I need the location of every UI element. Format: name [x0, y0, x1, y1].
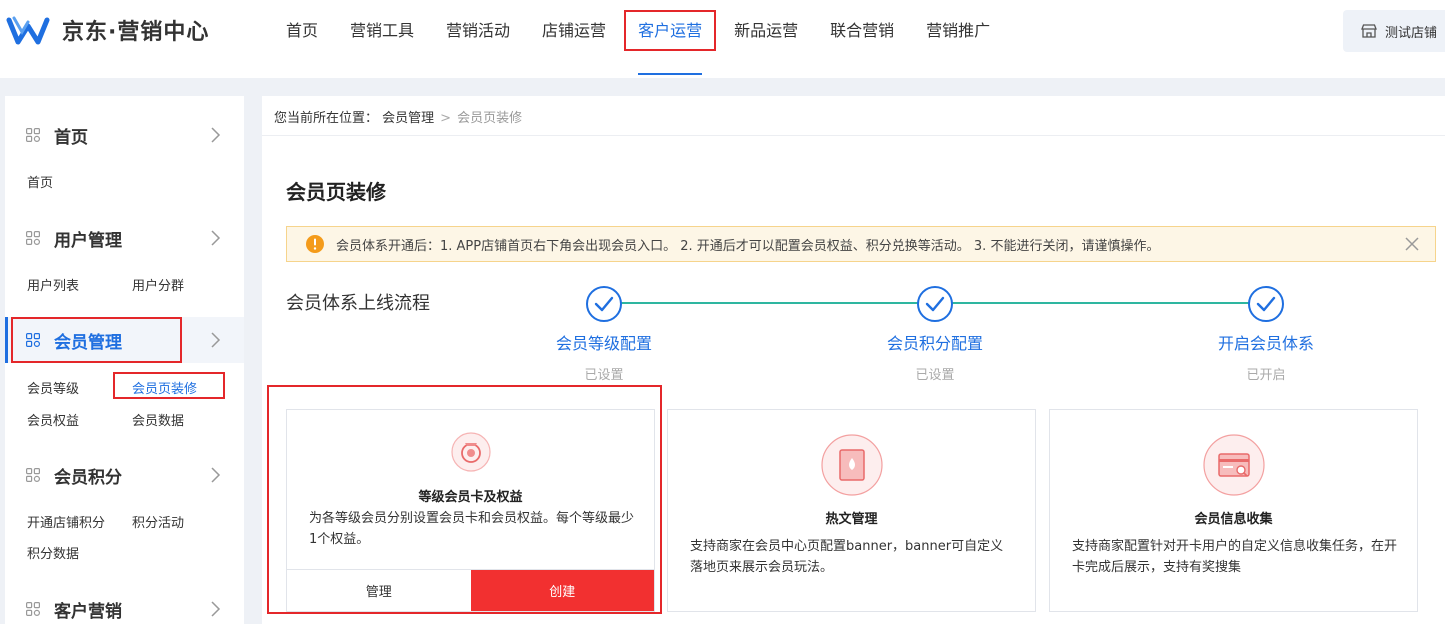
sidebar-link-points-data[interactable]: 积分数据 — [27, 543, 79, 562]
warning-icon — [306, 235, 324, 253]
nav-customer-operation[interactable]: 客户运营 — [622, 0, 718, 75]
store-switch-button[interactable]: 测试店铺 — [1343, 10, 1445, 52]
card-description: 支持商家在会员中心页配置banner，banner可自定义落地页来展示会员玩法。 — [690, 539, 1004, 575]
sidebar-link-user-list[interactable]: 用户列表 — [27, 275, 79, 294]
nav-home[interactable]: 首页 — [270, 0, 334, 62]
sidebar-link-member-level[interactable]: 会员等级 — [27, 378, 79, 397]
step-status: 已设置 — [584, 368, 624, 383]
sidebar-link-member-data[interactable]: 会员数据 — [132, 410, 184, 429]
divider — [262, 135, 1445, 136]
notice-text: 会员体系开通后：1. APP店铺首页右下角会出现会员入口。 2. 开通后才可以配… — [336, 238, 1160, 254]
sidebar-link-open-points[interactable]: 开通店铺积分 — [27, 512, 105, 531]
nav-marketing-tools[interactable]: 营销工具 — [334, 0, 430, 62]
flow-title: 会员体系上线流程 — [286, 293, 430, 314]
main-nav: 首页 营销工具 营销活动 店铺运营 客户运营 新品运营 联合营销 营销推广 — [270, 0, 1006, 78]
check-icon — [1256, 296, 1276, 312]
sidebar-section-points: 会员积分 开通店铺积分 积分活动 积分数据 — [5, 452, 244, 562]
sidebar-link-user-segment[interactable]: 用户分群 — [132, 275, 184, 294]
store-icon — [1361, 24, 1377, 38]
sidebar-section-users: 用户管理 用户列表 用户分群 — [5, 215, 244, 294]
grid-icon — [26, 231, 40, 245]
step-check-circle — [586, 286, 622, 322]
sidebar-head-label: 会员积分 — [54, 467, 122, 488]
nav-store-operation[interactable]: 店铺运营 — [526, 0, 622, 62]
manage-button[interactable]: 管理 — [287, 570, 471, 611]
nav-joint-marketing[interactable]: 联合营销 — [814, 0, 910, 62]
nav-highlight-box — [624, 10, 717, 51]
step-enable-system: 开启会员体系 已开启 — [1204, 286, 1328, 383]
store-name: 测试店铺 — [1385, 25, 1438, 41]
breadcrumb-current: 会员页装修 — [457, 111, 523, 126]
card-article-management: 热文管理 支持商家在会员中心页配置banner，banner可自定义落地页来展示… — [667, 409, 1036, 612]
step-check-circle — [917, 286, 953, 322]
sidebar-head-label: 客户营销 — [54, 601, 122, 622]
sidebar-head-members[interactable]: 会员管理 — [5, 317, 244, 363]
nav-new-product[interactable]: 新品运营 — [718, 0, 814, 62]
nav-promotion[interactable]: 营销推广 — [910, 0, 1006, 62]
step-status: 已设置 — [915, 368, 955, 383]
brand-logo[interactable]: 京东·营销中心 — [6, 12, 209, 48]
step-check-circle — [1248, 286, 1284, 322]
breadcrumb-prefix: 您当前所在位置： — [274, 111, 379, 126]
article-icon — [820, 434, 883, 496]
step-name[interactable]: 会员等级配置 — [542, 330, 666, 354]
grid-icon — [26, 128, 40, 142]
info-collect-icon — [1202, 434, 1265, 496]
card-title: 热文管理 — [825, 512, 878, 527]
sidebar-head-customer-marketing[interactable]: 客户营销 — [5, 586, 244, 624]
card-info-collection: 会员信息收集 支持商家配置针对开卡用户的自定义信息收集任务，在开卡完成后展示，支… — [1049, 409, 1418, 612]
link-highlight-box — [113, 372, 225, 399]
sidebar-link-points-activity[interactable]: 积分活动 — [132, 512, 184, 531]
grid-icon — [26, 602, 40, 616]
breadcrumb: 您当前所在位置： 会员管理 > 会员页装修 — [274, 107, 522, 126]
main-content: 您当前所在位置： 会员管理 > 会员页装修 会员页装修 会员体系开通后：1. APP… — [262, 96, 1445, 624]
chevron-right-icon — [211, 601, 221, 617]
section-highlight-box — [11, 317, 182, 363]
jd-logo-icon — [6, 16, 50, 45]
step-status: 已开启 — [1246, 368, 1286, 383]
sidebar-link-member-rights[interactable]: 会员权益 — [27, 410, 79, 429]
check-icon — [925, 296, 945, 312]
nav-marketing-activities[interactable]: 营销活动 — [430, 0, 526, 62]
grid-icon — [26, 468, 40, 482]
sidebar-head-label: 用户管理 — [54, 230, 122, 251]
chevron-right-icon — [211, 467, 221, 483]
brand-name: 京东·营销中心 — [62, 20, 210, 45]
active-indicator — [5, 317, 8, 363]
chevron-right-icon — [211, 230, 221, 246]
sidebar-link-member-page-decor[interactable]: 会员页装修 — [113, 372, 225, 399]
create-button[interactable]: 创建 — [470, 570, 654, 611]
notice-banner: 会员体系开通后：1. APP店铺首页右下角会出现会员入口。 2. 开通后才可以配… — [286, 226, 1436, 262]
sidebar-head-label: 首页 — [54, 127, 88, 148]
step-member-level: 会员等级配置 已设置 — [542, 286, 666, 383]
chevron-right-icon — [211, 127, 221, 143]
member-card-icon — [450, 432, 491, 472]
step-name[interactable]: 会员积分配置 — [873, 330, 997, 354]
card-description: 支持商家配置针对开卡用户的自定义信息收集任务，在开卡完成后展示，支持有奖搜集 — [1072, 539, 1398, 575]
sidebar-head-points[interactable]: 会员积分 — [5, 452, 244, 498]
top-navigation-bar: 京东·营销中心 首页 营销工具 营销活动 店铺运营 客户运营 新品运营 联合营销… — [0, 0, 1445, 78]
page-title: 会员页装修 — [286, 180, 386, 204]
sidebar-section-members: 会员管理 会员等级 会员页装修 会员权益 会员数据 — [5, 317, 244, 429]
chevron-right-icon — [211, 332, 221, 348]
step-name[interactable]: 开启会员体系 — [1204, 330, 1328, 354]
breadcrumb-separator-icon: > — [440, 111, 452, 126]
sidebar-head-home[interactable]: 首页 — [5, 112, 244, 158]
sidebar-link-home[interactable]: 首页 — [27, 172, 53, 191]
card-title: 等级会员卡及权益 — [418, 490, 523, 505]
breadcrumb-parent[interactable]: 会员管理 — [382, 111, 434, 126]
card-description: 为各等级会员分别设置会员卡和会员权益。每个等级最少1个权益。 — [309, 511, 635, 547]
card-title: 会员信息收集 — [1194, 512, 1273, 527]
step-member-points: 会员积分配置 已设置 — [873, 286, 997, 383]
close-icon[interactable] — [1405, 237, 1419, 251]
card-actions: 管理 创建 — [287, 569, 654, 611]
card-member-card: 等级会员卡及权益 为各等级会员分别设置会员卡和会员权益。每个等级最少1个权益。 … — [286, 409, 655, 612]
sidebar-head-users[interactable]: 用户管理 — [5, 215, 244, 261]
sidebar: 首页 首页 用户管理 用户列表 用户分群 会员管理 会员等级 会员页装修 会员权… — [5, 96, 244, 624]
sidebar-section-home: 首页 首页 — [5, 112, 244, 191]
check-icon — [594, 296, 614, 312]
flow-steps: 会员等级配置 已设置 会员积分配置 已设置 开启会员体系 已开启 — [542, 286, 1314, 383]
sidebar-section-customer-marketing: 客户营销 — [5, 586, 244, 624]
